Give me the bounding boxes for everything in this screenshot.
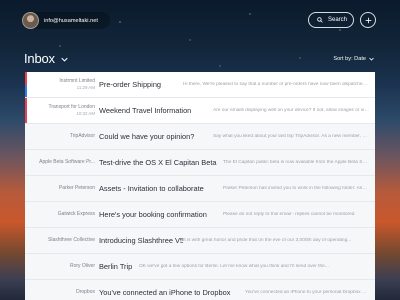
account-email: info@husameltaki.net [44, 17, 98, 24]
message-preview: OK we've got a few options for Berlin. L… [139, 264, 329, 269]
message-row[interactable]: Transport for London 10:32 AM Weekend Tr… [25, 98, 375, 124]
message-subject: Assets - Invitation to collaborate [99, 184, 204, 193]
message-subject: You've connected an iPhone to Dropbox [99, 288, 231, 297]
avatar[interactable] [22, 12, 39, 29]
message-sender: Transport for London [48, 104, 95, 110]
search-icon [317, 17, 323, 23]
message-row[interactable]: Rory Oliver Berlin Trip OK we've got a f… [25, 254, 375, 280]
message-sender: Apple Beta Software Pr... [39, 159, 95, 165]
chevron-down-icon [61, 57, 68, 62]
message-meta: Dropbox [25, 289, 95, 296]
compose-button[interactable] [360, 12, 376, 28]
sort-label: Sort by: Date [333, 56, 366, 62]
message-sender: Gatwick Express [57, 211, 95, 217]
message-sender: TripAdvisor [69, 133, 95, 139]
chevron-down-icon [369, 57, 374, 61]
search-button[interactable]: Search [308, 12, 354, 28]
message-time: 10:32 AM [76, 111, 95, 116]
top-bar: info@husameltaki.net Search [0, 0, 400, 40]
sort-dropdown[interactable]: Sort by: Date [333, 56, 374, 62]
message-subject: Pre-order Shipping [99, 80, 162, 89]
search-button-label: Search [328, 17, 348, 23]
message-meta: Apple Beta Software Pr... [25, 159, 95, 166]
message-subject: Here's your booking confirmation [99, 210, 207, 219]
message-subject: Introducing Slashthree V5 [99, 236, 183, 245]
message-subject: Could we have your opinion? [99, 132, 195, 141]
message-preview: The El Capitan public beta is now availa… [223, 160, 375, 165]
message-preview: Parker Peterson has invited you to work … [223, 186, 375, 191]
message-preview: You've connected an iPhone to your perso… [245, 290, 375, 295]
message-preview: Please do not reply to this email - repl… [223, 212, 355, 217]
message-time: 11:29 AM [76, 85, 95, 90]
unread-indicator [25, 72, 27, 97]
message-subject: Test-drive the OS X El Capitan Beta [99, 158, 217, 167]
message-row[interactable]: Apple Beta Software Pr... Test-drive the… [25, 150, 375, 176]
message-row[interactable]: TripAdvisor Could we have your opinion? … [25, 124, 375, 150]
message-meta: Parker Peterson [25, 185, 95, 192]
message-row[interactable]: Slashthree Collective Introducing Slasht… [25, 228, 375, 254]
message-subject: Weekend Travel Information [99, 106, 192, 115]
message-sender: Rory Oliver [69, 263, 95, 269]
unread-indicator [25, 98, 27, 123]
page-title: Inbox [24, 51, 55, 66]
message-meta: Rory Oliver [25, 263, 95, 270]
message-sender: Dropbox [76, 289, 95, 295]
message-row[interactable]: Parker Peterson Assets - Invitation to c… [25, 176, 375, 202]
message-row[interactable]: Instrmnt Limited 11:29 AM Pre-order Ship… [25, 72, 375, 98]
message-preview: It is with great honor and pride that on… [183, 238, 352, 243]
plus-icon [365, 17, 371, 23]
message-row[interactable]: Dropbox You've connected an iPhone to Dr… [25, 280, 375, 300]
message-meta: Gatwick Express [25, 211, 95, 218]
message-row[interactable]: Gatwick Express Here's your booking conf… [25, 202, 375, 228]
message-meta: Transport for London 10:32 AM [25, 104, 95, 117]
message-preview: Say what you liked about your last trip … [213, 134, 375, 139]
account-pill[interactable]: info@husameltaki.net [22, 12, 110, 29]
message-sender: Parker Peterson [58, 185, 95, 191]
message-meta: TripAdvisor [25, 133, 95, 140]
message-meta: Slashthree Collective [25, 237, 95, 244]
message-sender: Slashthree Collective [48, 237, 95, 243]
mailbox-selector[interactable]: Inbox [24, 51, 68, 66]
message-meta: Instrmnt Limited 11:29 AM [25, 78, 95, 91]
message-preview: Are our emails displaying well on your d… [213, 108, 375, 113]
message-list: Instrmnt Limited 11:29 AM Pre-order Ship… [25, 72, 375, 300]
message-preview: Hi there, We're pleased to say that a nu… [183, 82, 375, 87]
message-sender: Instrmnt Limited [59, 78, 95, 84]
message-subject: Berlin Trip [99, 262, 133, 271]
